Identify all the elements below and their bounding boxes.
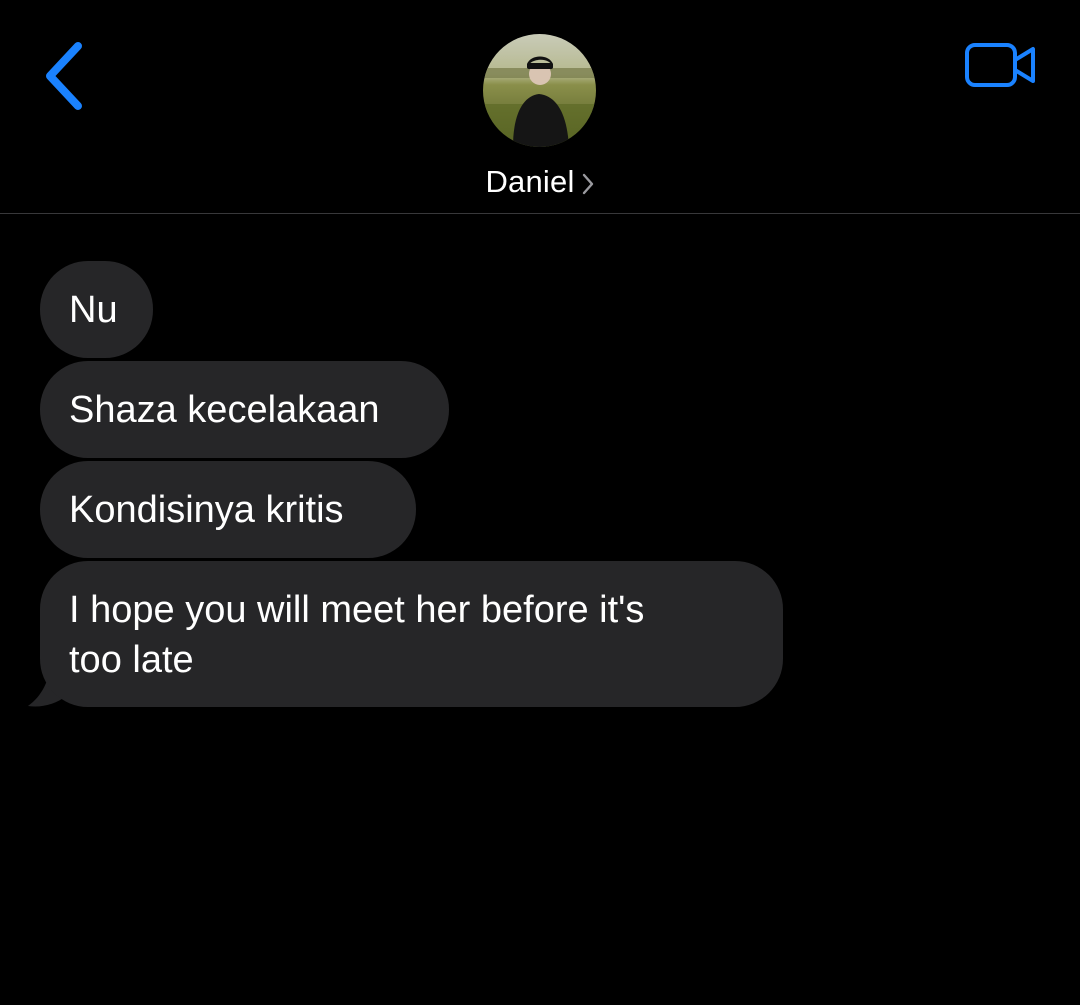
contact-name: Daniel [485, 164, 575, 199]
chevron-right-icon [582, 173, 593, 194]
message-bubble[interactable]: Shaza kecelakaan [40, 361, 449, 458]
conversation-header: Daniel [0, 0, 1080, 214]
back-button[interactable] [30, 36, 94, 116]
video-camera-icon [965, 43, 1035, 87]
message-bubble[interactable]: Kondisinya kritis [40, 461, 416, 558]
chevron-left-icon [46, 42, 82, 110]
contact-photo [483, 34, 596, 147]
video-call-button[interactable] [962, 40, 1040, 92]
avatar[interactable] [483, 34, 596, 147]
message-thread: Nu Shaza kecelakaan Kondisinya kritis I … [0, 214, 1080, 1005]
contact-name-button[interactable]: Daniel [0, 160, 1080, 204]
message-bubble[interactable]: Nu [40, 261, 153, 358]
message-bubble[interactable]: I hope you will meet her before it's too… [40, 561, 783, 707]
